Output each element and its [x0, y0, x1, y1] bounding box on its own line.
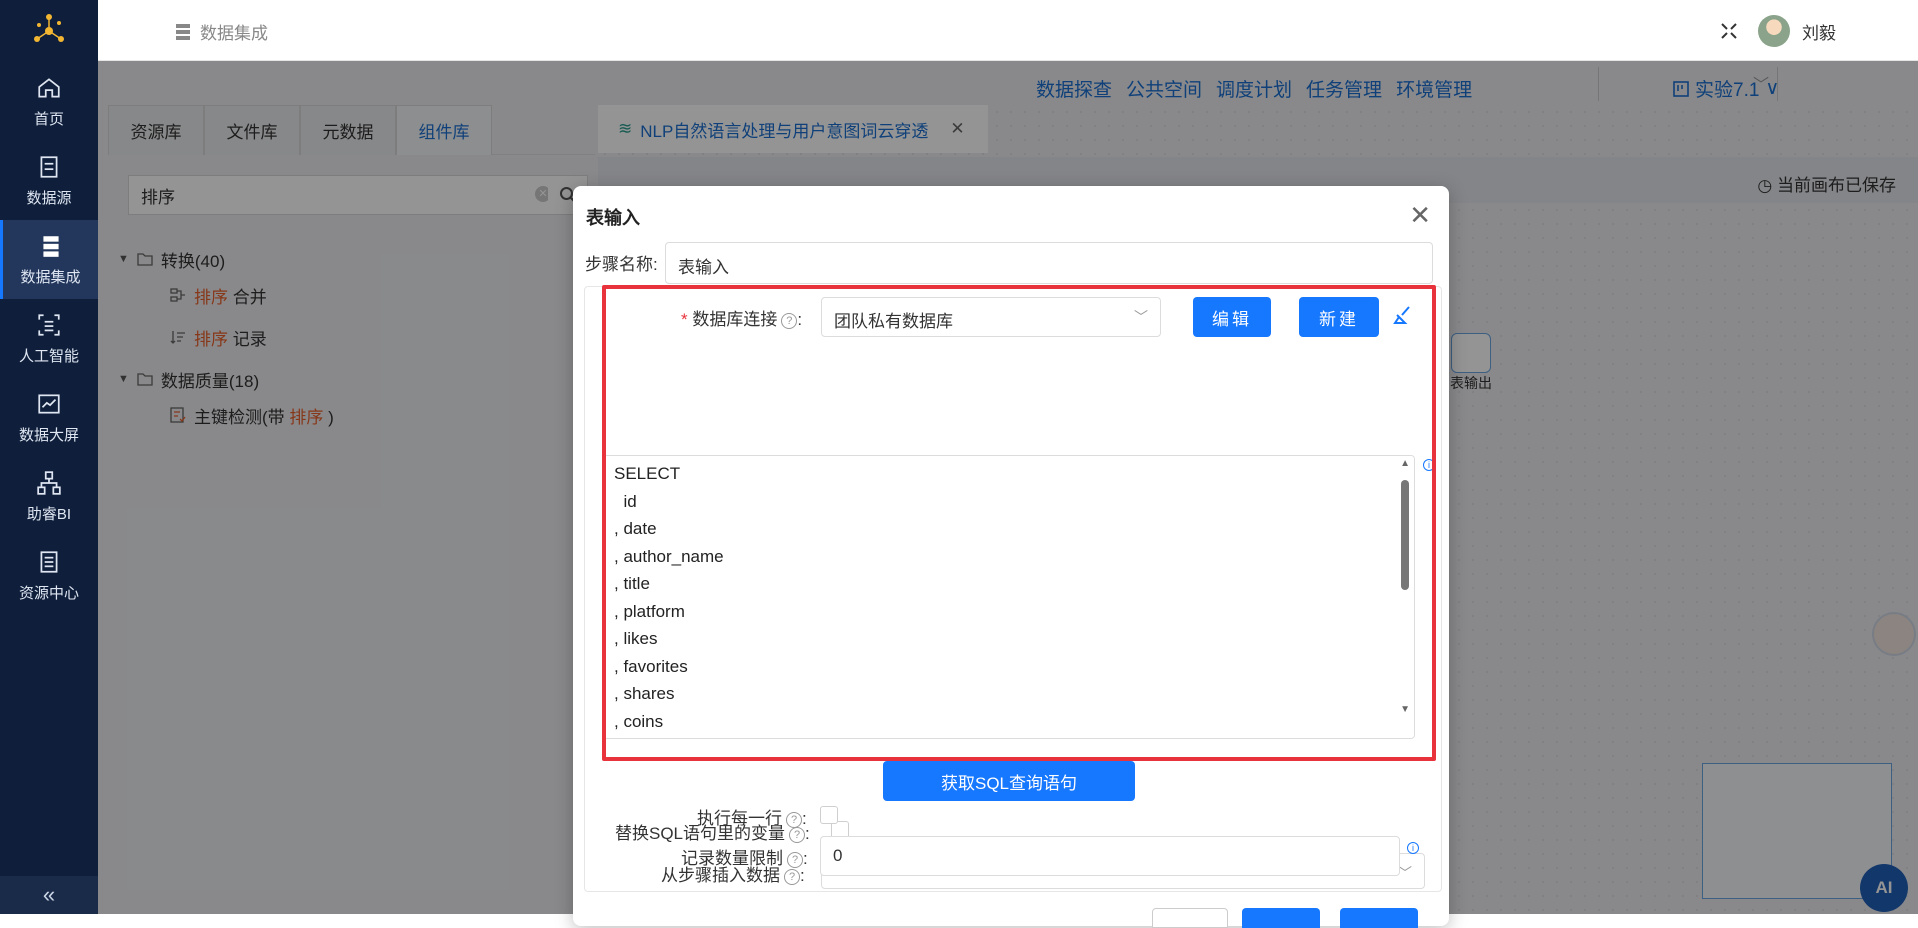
close-icon[interactable]: ✕: [1409, 200, 1431, 231]
top-bar: 数据集成 刘毅: [98, 0, 1918, 61]
exec-each-row-checkbox[interactable]: [820, 806, 838, 824]
get-sql-button[interactable]: 获取SQL查询语句: [883, 761, 1135, 801]
sidebar-item-label: 资源中心: [18, 584, 79, 602]
sql-line: , title: [614, 574, 650, 593]
sql-line: , shares: [614, 684, 675, 703]
chevron-down-icon: ﹀: [1398, 865, 1412, 881]
sidebar-item-label: 人工智能: [18, 347, 79, 365]
sql-line: , date: [614, 519, 657, 538]
avatar: [1758, 15, 1790, 47]
broom-icon[interactable]: [1393, 305, 1413, 325]
sidebar-item-resource-center[interactable]: 资源中心: [0, 536, 98, 615]
sql-line: SELECT: [614, 464, 681, 483]
step-name-label: 步骤名称:: [585, 255, 658, 274]
user-name: 刘毅: [1802, 23, 1836, 43]
limit-label: 记录数量限制?:: [681, 849, 808, 868]
sidebar-item-home[interactable]: 首页: [0, 62, 98, 141]
sql-line: id: [614, 492, 637, 511]
home-icon: [38, 77, 60, 98]
info-icon[interactable]: i: [1423, 459, 1435, 471]
database-icon: [40, 155, 58, 178]
table-input-dialog: 表输入 ✕ 步骤名称: 表输入 * 数据库连接?: 团队私有数据库 ﹀ 编辑 新…: [573, 186, 1449, 926]
scroll-down-icon[interactable]: ▼: [1400, 704, 1410, 715]
form-panel: * 数据库连接?: 团队私有数据库 ﹀ 编辑 新建 SELECT id , da…: [584, 286, 1442, 892]
exec-each-row-label: 执行每一行?:: [697, 809, 807, 828]
sql-line: , coins: [614, 712, 664, 731]
new-button[interactable]: 新建: [1299, 297, 1379, 337]
exec-each-row-label-text: 执行每一行: [697, 809, 782, 828]
sidebar-item-big-screen[interactable]: 数据大屏: [0, 378, 98, 457]
chevron-down-icon: ﹀: [1134, 309, 1148, 325]
sql-editor[interactable]: SELECT id , date , author_name , title ,…: [603, 455, 1415, 739]
collapse-sidebar-button[interactable]: «: [0, 876, 98, 914]
sidebar-item-data-integration[interactable]: 数据集成: [0, 220, 98, 299]
db-connection-label: * 数据库连接?:: [681, 310, 803, 329]
cancel-button[interactable]: [1152, 908, 1228, 928]
preview-button[interactable]: [1242, 908, 1320, 928]
fullscreen-icon[interactable]: [1720, 22, 1738, 40]
user-area: 刘毅: [1720, 15, 1836, 47]
sidebar-item-label: 数据大屏: [18, 426, 79, 444]
db-connection-value: 团队私有数据库: [834, 312, 953, 331]
help-icon[interactable]: ?: [789, 827, 806, 843]
sql-line: , likes: [614, 629, 658, 648]
sidebar-item-datasource[interactable]: 数据源: [0, 141, 98, 220]
db-connection-label-text: 数据库连接: [692, 310, 778, 329]
org-chart-icon: [37, 470, 61, 495]
sidebar-item-bi[interactable]: 助睿BI: [0, 457, 98, 536]
sidebar-item-label: 数据源: [26, 189, 72, 207]
help-icon[interactable]: ?: [787, 852, 803, 868]
info-icon[interactable]: i: [1407, 842, 1419, 854]
sidebar-item-label: 数据集成: [20, 268, 81, 286]
sql-line: , favorites: [614, 657, 688, 676]
ai-scan-icon: [38, 313, 60, 336]
document-icon: [40, 550, 58, 573]
server-icon: [42, 235, 59, 257]
server-icon: [176, 23, 190, 40]
scrollbar[interactable]: ▲ ▼: [1396, 456, 1414, 738]
dialog-title: 表输入: [586, 208, 640, 228]
sidebar-item-label: 首页: [33, 110, 64, 128]
user-menu[interactable]: 刘毅: [1758, 15, 1836, 47]
logo-icon: [34, 14, 64, 42]
edit-button[interactable]: 编辑: [1193, 297, 1271, 337]
db-connection-select[interactable]: 团队私有数据库 ﹀: [821, 297, 1161, 337]
help-icon[interactable]: ?: [786, 812, 802, 828]
logo[interactable]: [0, 0, 98, 62]
scroll-thumb[interactable]: [1401, 480, 1409, 590]
help-icon[interactable]: ?: [781, 313, 798, 329]
chart-icon: [38, 393, 60, 414]
breadcrumb-label: 数据集成: [200, 24, 268, 43]
help-icon[interactable]: ?: [784, 869, 800, 885]
sidebar-item-label: 助睿BI: [26, 505, 72, 523]
limit-label-text: 记录数量限制: [681, 849, 783, 868]
scroll-up-icon[interactable]: ▲: [1400, 458, 1410, 469]
limit-input[interactable]: 0: [820, 836, 1400, 876]
confirm-button[interactable]: [1340, 908, 1418, 928]
step-name-input[interactable]: 表输入: [665, 242, 1433, 284]
sidebar: 首页 数据源 数据集成 人工智能 数据大屏 助睿BI 资源中心 «: [0, 0, 98, 914]
sql-line: , author_name: [614, 547, 724, 566]
sql-line: , platform: [614, 602, 685, 621]
sidebar-item-ai[interactable]: 人工智能: [0, 299, 98, 378]
breadcrumb: 数据集成: [176, 19, 268, 44]
